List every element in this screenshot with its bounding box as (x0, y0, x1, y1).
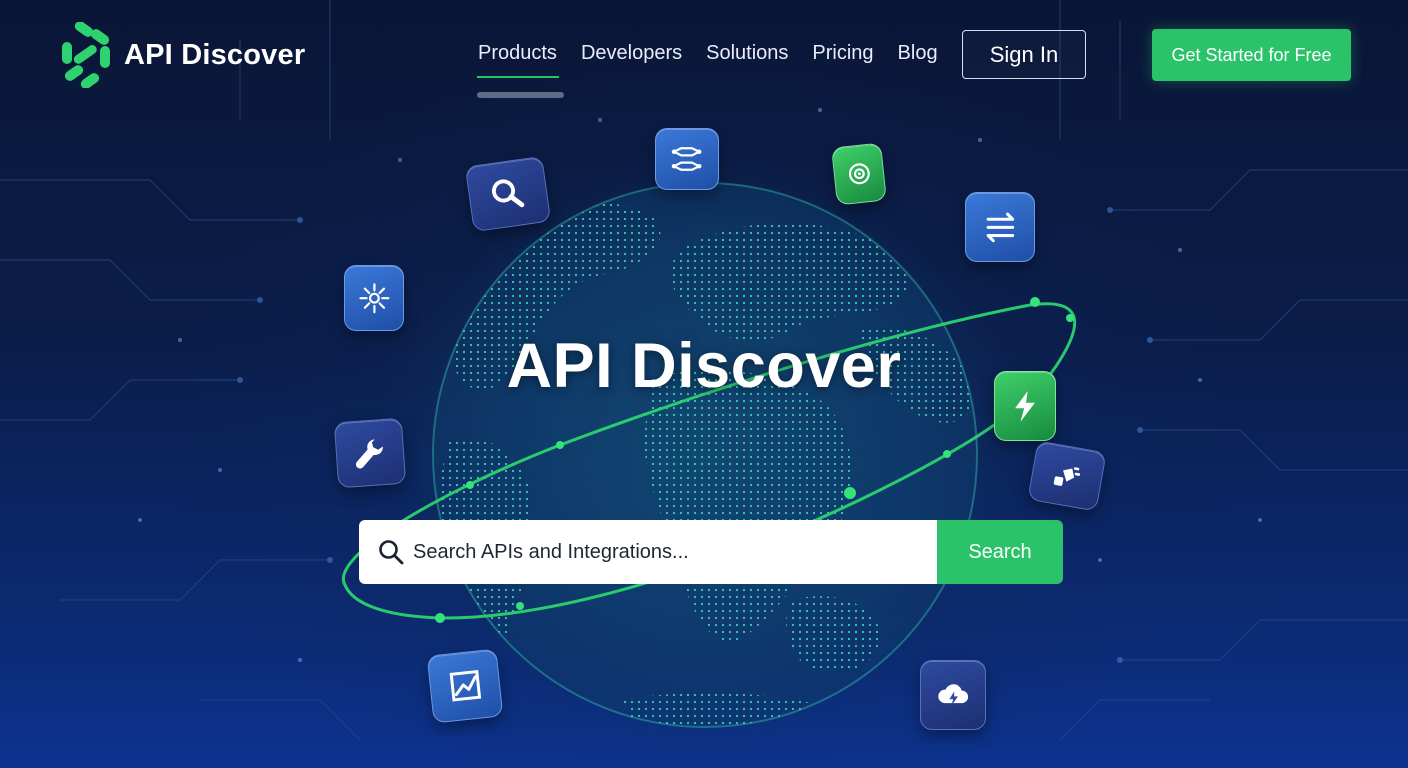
nav-item-pricing[interactable]: Pricing (812, 42, 873, 65)
transfer-arrows-icon (986, 212, 1014, 242)
wrench-icon (356, 439, 384, 469)
target-tile[interactable] (831, 142, 887, 206)
search-icon (379, 540, 404, 565)
search-input[interactable] (413, 532, 913, 572)
search-tile[interactable] (464, 155, 552, 233)
lightning-icon (1015, 390, 1035, 422)
hero-title: API Discover (506, 331, 902, 401)
analytics-chart-icon (449, 670, 481, 702)
branching-tile[interactable] (655, 128, 719, 190)
network-hub-tile[interactable] (344, 265, 404, 331)
brand-logo[interactable]: API Discover (60, 22, 305, 88)
logo-mark-icon (62, 22, 110, 88)
plug-tile[interactable] (1027, 440, 1107, 512)
nav-item-developers[interactable]: Developers (581, 42, 682, 65)
search-icon (492, 179, 525, 208)
cloud-lightning-icon (938, 683, 968, 706)
nav-scroll-indicator (477, 92, 564, 98)
nav-item-solutions[interactable]: Solutions (706, 42, 788, 65)
search-bar (359, 520, 938, 584)
get-started-button[interactable]: Get Started for Free (1152, 29, 1351, 81)
plug-icon (1053, 466, 1080, 486)
main-nav: Products Developers Solutions Pricing Bl… (478, 42, 938, 65)
search-button[interactable]: Search (937, 520, 1063, 584)
lightning-tile[interactable] (994, 371, 1056, 441)
landing-page: API Discover Products Developers Solutio… (0, 0, 1408, 768)
nav-item-blog[interactable]: Blog (898, 42, 938, 65)
wrench-tile[interactable] (333, 417, 407, 489)
nav-item-products[interactable]: Products (478, 42, 557, 65)
analytics-tile[interactable] (426, 648, 504, 724)
transfer-tile[interactable] (965, 192, 1035, 262)
brand-name: API Discover (124, 38, 306, 71)
network-hub-icon (358, 282, 389, 313)
nav-active-indicator (477, 76, 559, 78)
cloud-tile[interactable] (920, 660, 986, 730)
sign-in-button[interactable]: Sign In (962, 30, 1086, 79)
target-icon (848, 163, 870, 185)
branching-icon (672, 147, 702, 171)
